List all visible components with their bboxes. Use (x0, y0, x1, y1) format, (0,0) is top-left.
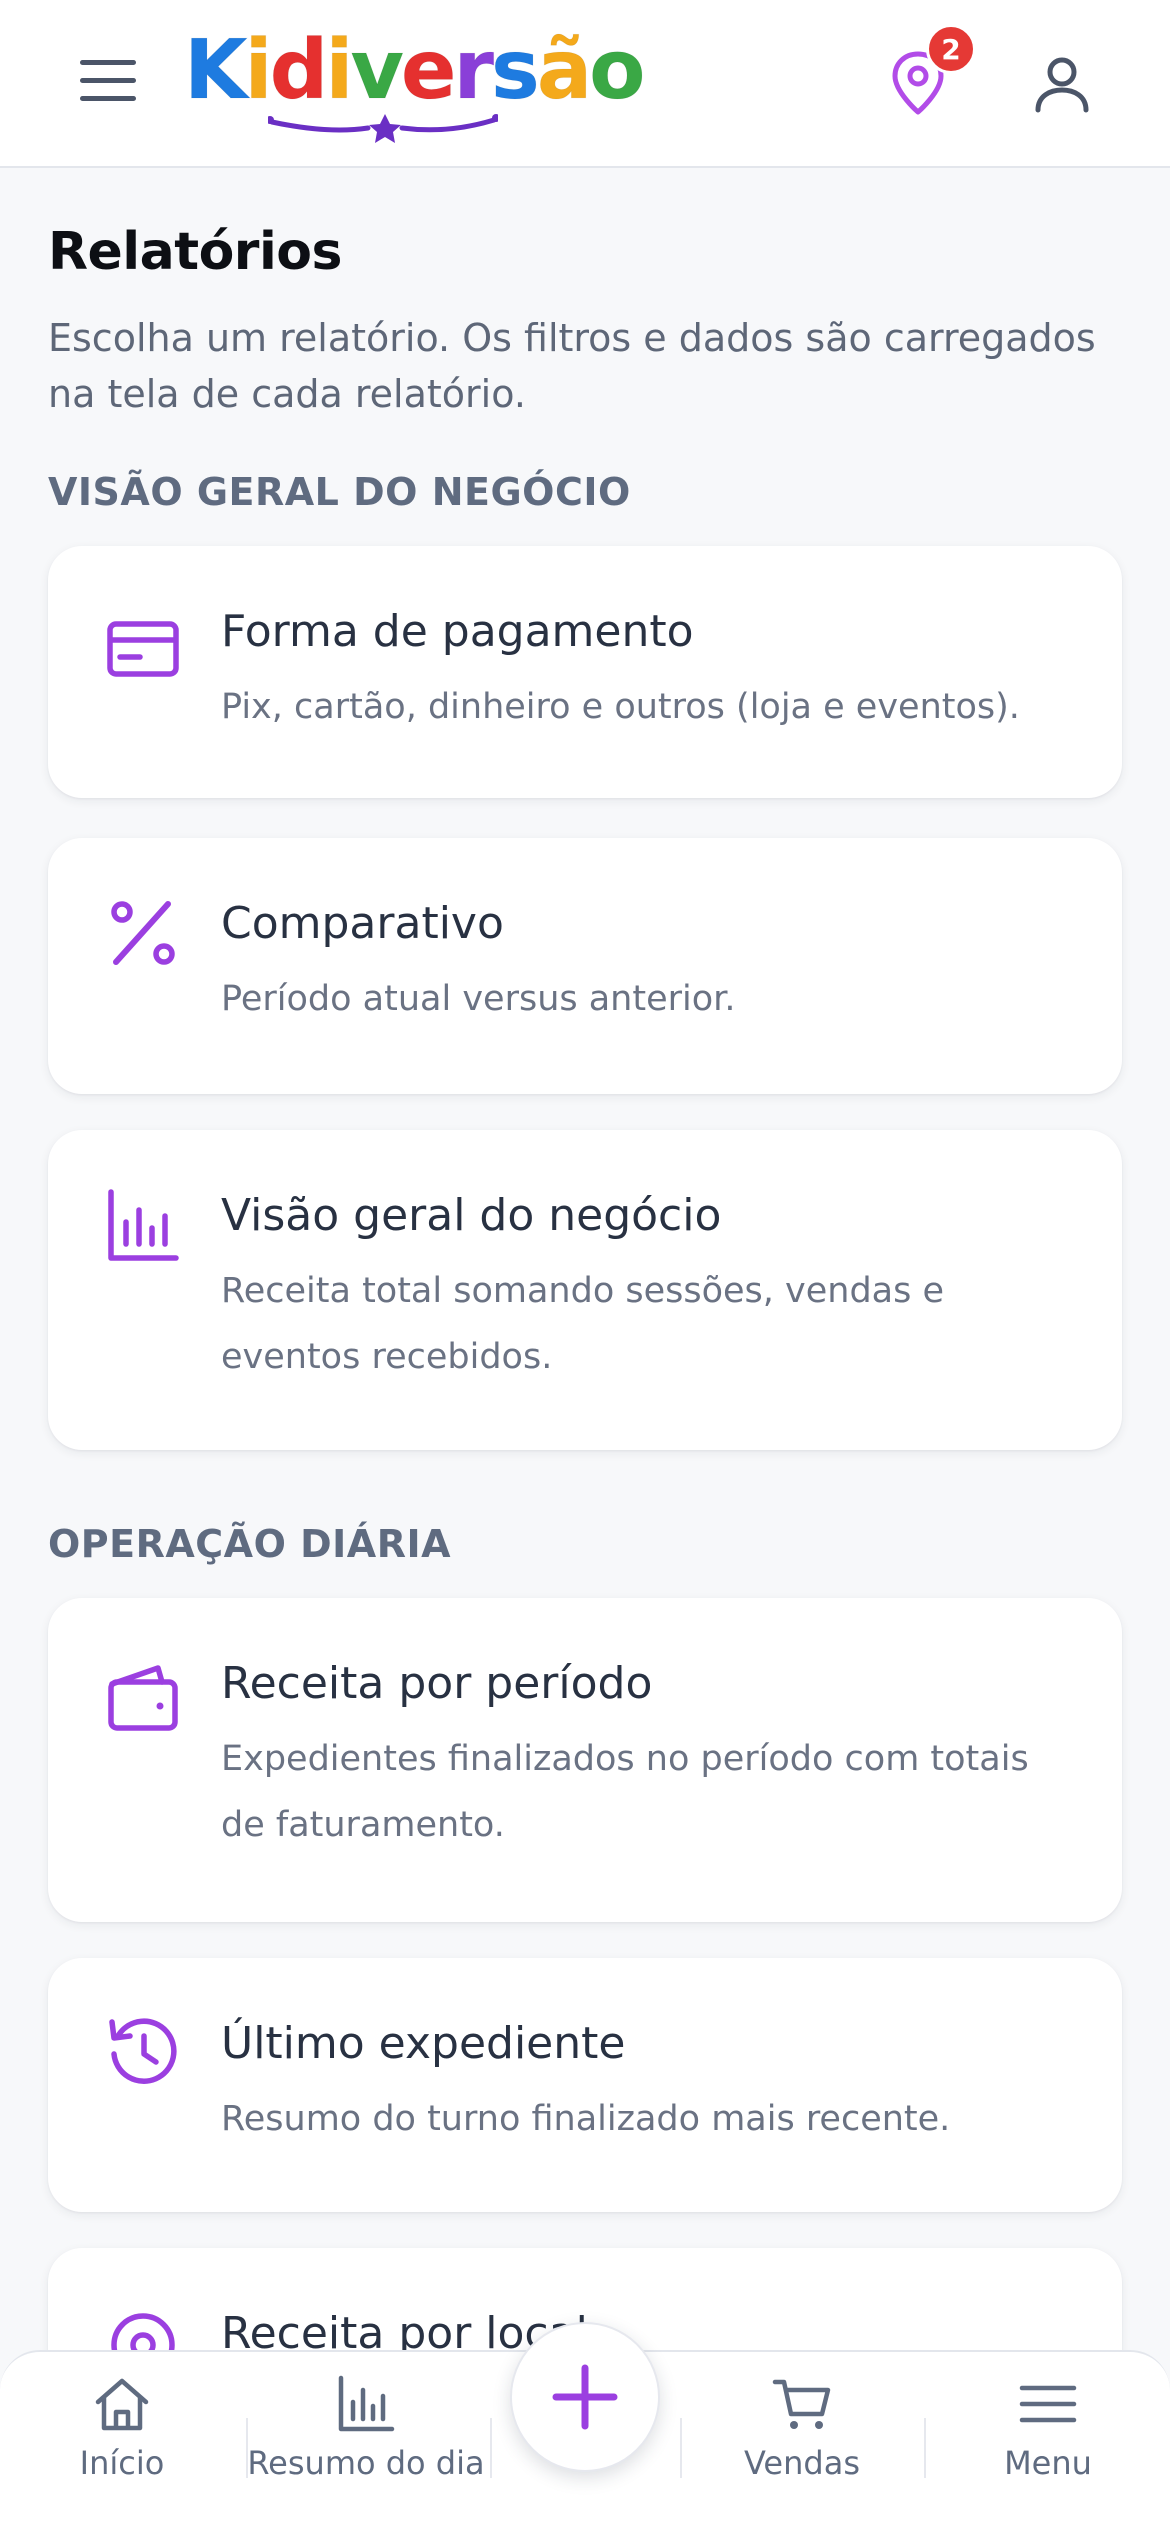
report-card-title: Receita por período (221, 1658, 653, 1709)
report-card-title: Último expediente (221, 2018, 626, 2069)
percent-icon (111, 901, 175, 965)
report-card-payment-method[interactable]: Forma de pagamento Pix, cartão, dinheiro… (48, 546, 1122, 798)
app-root: Kidiversão 2 Relatórios Escolha um relat… (0, 0, 1170, 2532)
logo-letter: ã (536, 23, 592, 118)
report-card-description: Expedientes finalizados no período com t… (221, 1739, 1029, 1845)
nav-divider (490, 2418, 492, 2478)
plus-icon (552, 2364, 618, 2430)
page-title: Relatórios (48, 222, 342, 282)
logo-swoosh-star-icon (268, 114, 498, 143)
bar-chart-icon (338, 2375, 395, 2432)
logo-letter: o (589, 23, 646, 118)
user-profile-button[interactable] (1030, 52, 1094, 116)
nav-item-label: Vendas (744, 2444, 860, 2482)
bar-chart-icon (108, 1189, 179, 1261)
report-card-revenue-by-period[interactable]: Receita por período Expedientes finaliza… (48, 1598, 1122, 1922)
top-header: Kidiversão 2 (0, 0, 1170, 168)
hamburger-line (80, 96, 136, 101)
report-card-description: Resumo do turno finalizado mais recente. (221, 2099, 951, 2139)
logo-letter: K (184, 23, 249, 118)
logo-letter: d (269, 23, 329, 118)
logo-letter: r (453, 23, 495, 118)
logo-letter: e (400, 23, 457, 118)
logo-letter: s (491, 23, 541, 118)
report-card-last-shift[interactable]: Último expediente Resumo do turno finali… (48, 1958, 1122, 2212)
logo-letter: i (325, 23, 354, 118)
nav-item-sales[interactable]: Vendas (682, 2374, 922, 2514)
report-card-business-overview[interactable]: Visão geral do negócio Receita total som… (48, 1130, 1122, 1450)
notification-badge: 2 (926, 24, 976, 74)
nav-item-label: Resumo do dia (247, 2444, 485, 2482)
logo-letter: v (350, 23, 404, 118)
brand-logo[interactable]: Kidiversão (184, 29, 647, 143)
hamburger-line (80, 60, 136, 65)
menu-icon (1019, 2385, 1077, 2423)
nav-item-label: Menu (1004, 2444, 1092, 2482)
page-subtitle: Escolha um relatório. Os filtros e dados… (48, 316, 1096, 416)
home-icon (95, 2378, 149, 2431)
wallet-icon (108, 1665, 178, 1731)
cart-icon (772, 2379, 831, 2429)
hamburger-menu-button[interactable] (80, 60, 136, 104)
logo-letter: i (244, 23, 273, 118)
credit-card-icon (107, 621, 179, 677)
history-icon (109, 2018, 177, 2084)
add-fab-button[interactable] (510, 2322, 660, 2472)
nav-item-label: Início (79, 2444, 165, 2482)
section-label-daily-operation: OPERAÇÃO DIÁRIA (48, 1522, 452, 1566)
report-card-description: Pix, cartão, dinheiro e outros (loja e e… (221, 687, 1020, 727)
user-icon (1035, 57, 1089, 113)
report-card-title: Visão geral do negócio (221, 1190, 722, 1241)
report-card-title: Forma de pagamento (221, 606, 694, 657)
nav-item-day-summary[interactable]: Resumo do dia (246, 2374, 486, 2514)
nav-item-menu[interactable]: Menu (928, 2374, 1168, 2514)
brand-logo-wordmark: Kidiversão (184, 29, 647, 112)
hamburger-line (80, 78, 136, 83)
nav-item-home[interactable]: Início (2, 2374, 242, 2514)
section-label-business-overview: VISÃO GERAL DO NEGÓCIO (48, 470, 631, 514)
report-card-description: Receita total somando sessões, vendas e … (221, 1271, 945, 1377)
nav-divider (924, 2418, 926, 2478)
report-card-comparative[interactable]: Comparativo Período atual versus anterio… (48, 838, 1122, 1094)
report-card-description: Período atual versus anterior. (221, 979, 736, 1019)
report-card-title: Comparativo (221, 898, 504, 949)
